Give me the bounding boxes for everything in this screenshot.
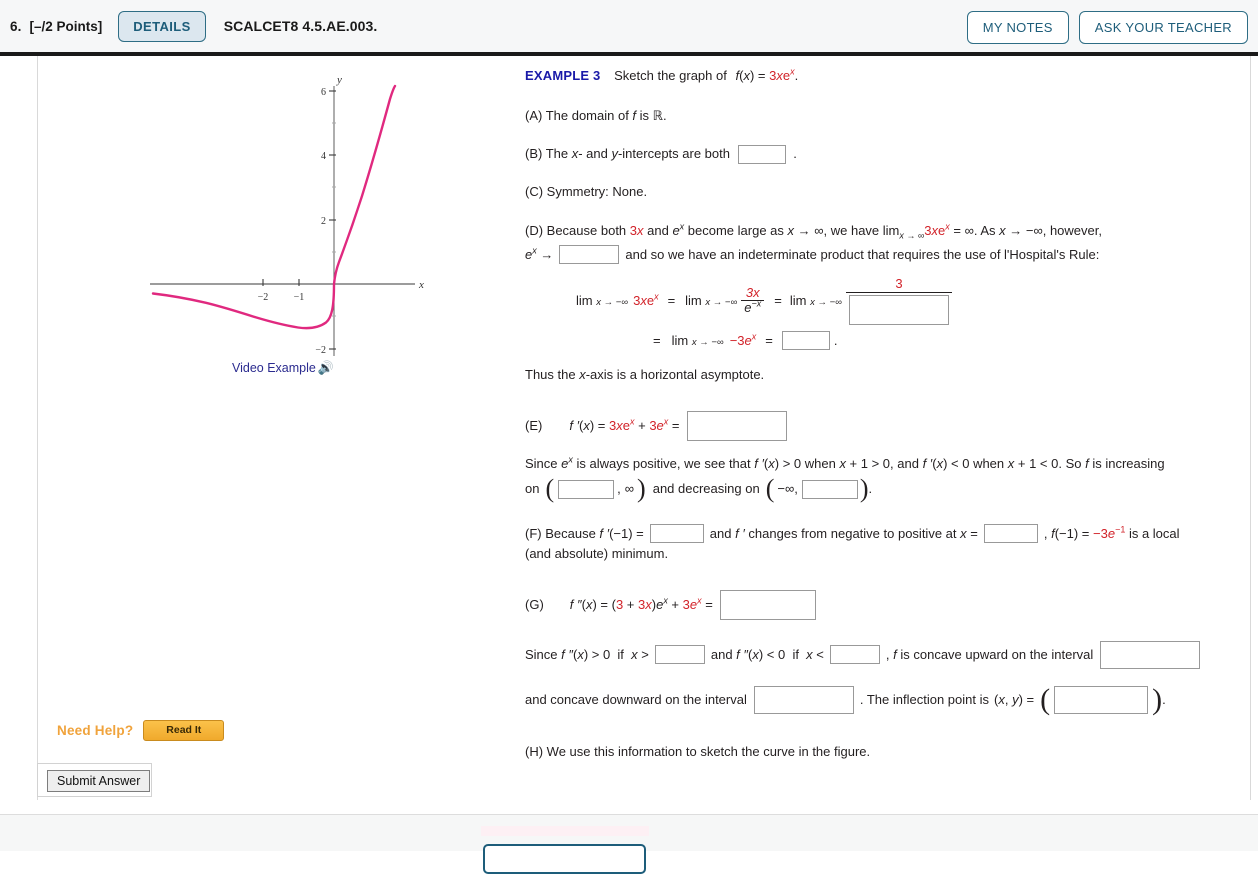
speaker-icon[interactable]: 🔊 — [318, 360, 334, 376]
video-example-link[interactable]: Video Example 🔊 — [232, 360, 334, 376]
inflection-text: . The inflection point is — [859, 692, 989, 708]
example-heading-line: EXAMPLE 3 Sketch the graph of f(x) = 3xe… — [525, 66, 1245, 86]
fraction-3-over-input: 3 — [845, 276, 952, 325]
example-prompt: Sketch the graph of — [614, 68, 727, 83]
fprime-neg1-input[interactable] — [649, 524, 704, 544]
part-c-line: (C) Symmetry: None. — [525, 182, 1245, 202]
part-d-line2-text: and so we have an indeterminate product … — [625, 247, 1100, 263]
my-notes-button[interactable]: MY NOTES — [966, 11, 1069, 44]
x-tick-label-neg2: −2 — [258, 292, 269, 303]
limit-chain-row1: lim x → −∞ 3xex = lim x → −∞ 3x e−x = li… — [575, 276, 1245, 325]
limit-ex-input[interactable] — [559, 245, 620, 265]
expr-neg3ex: −3ex — [729, 331, 757, 348]
critical-point-input[interactable] — [983, 524, 1038, 544]
infinity-symbol-1: ∞ — [624, 481, 635, 497]
question-header-bar: 6. [–/2 Points] DETAILS SCALCET8 4.5.AE.… — [0, 0, 1258, 56]
limit-operator-1: lim x → −∞ — [576, 292, 629, 308]
y-tick-label-6: 6 — [321, 87, 326, 98]
footer-partial-button[interactable] — [483, 844, 646, 874]
part-g-explanation-line1: Since f ″(x) > 0 if x > and f ″(x) < 0 i… — [525, 640, 1245, 669]
concave-down-threshold-input[interactable] — [829, 645, 880, 665]
period-3: . — [1162, 692, 1166, 708]
part-b-prefix: (B) The x- and y-intercepts are both — [525, 146, 730, 161]
question-points: [–/2 Points] — [29, 18, 103, 34]
part-f-line2: (and absolute) minimum. — [525, 544, 1245, 564]
part-e-label: (E) — [525, 418, 543, 434]
neg-infinity-symbol: −∞, — [777, 481, 798, 497]
function-curve — [151, 84, 397, 330]
limit-chain-row2: = lim x → −∞ −3ex = . — [653, 331, 1245, 351]
details-button[interactable]: DETAILS — [118, 10, 206, 42]
part-a-line: (A) The domain of f is ℝ. — [525, 106, 1245, 126]
limit-result-input[interactable] — [781, 331, 830, 351]
part-f-line1: (F) Because f ′(−1) = and f ′ changes fr… — [525, 524, 1245, 544]
submit-answer-button[interactable]: Submit Answer — [47, 770, 151, 793]
part-b-line: (B) The x- and y-intercepts are both . — [525, 144, 1245, 165]
example-label: EXAMPLE 3 — [525, 68, 601, 83]
equals-sign-2: = — [774, 292, 782, 308]
example-content: EXAMPLE 3 Sketch the graph of f(x) = 3xe… — [525, 66, 1245, 761]
part-g-label: (G) — [525, 597, 544, 613]
expr-3xex: 3xex — [633, 291, 659, 308]
part-b-suffix: . — [793, 146, 797, 161]
part-f-line2-text: (and absolute) minimum. — [525, 546, 669, 562]
part-c-text: (C) Symmetry: None. — [525, 184, 648, 200]
read-it-button[interactable]: Read It — [143, 720, 225, 741]
part-h-line: (H) We use this information to sketch th… — [525, 742, 1245, 762]
period-1: . — [833, 332, 838, 348]
concave-up-threshold-input[interactable] — [654, 645, 705, 665]
part-g-line: (G) f ″(x) = (3 + 3x)ex + 3ex = — [525, 589, 1245, 620]
fprime-input[interactable] — [686, 410, 787, 441]
y-tick-label-neg2: −2 — [315, 345, 326, 356]
part-g-explanation-line2: and concave downward on the interval . T… — [525, 682, 1166, 716]
on-label: on — [525, 481, 540, 497]
limit-operator-4: lim x → −∞ — [671, 332, 724, 348]
part-d-line1: (D) Because both 3x and ex become large … — [525, 221, 1102, 241]
part-a-text: (A) The domain of f is ℝ. — [525, 107, 667, 123]
intercept-input[interactable] — [737, 145, 786, 165]
ask-your-teacher-button[interactable]: ASK YOUR TEACHER — [1078, 11, 1248, 44]
part-g-expression: f ″(x) = (3 + 3x)ex + 3ex = — [569, 595, 713, 613]
concave-down-text: and concave downward on the interval — [525, 692, 747, 708]
question-number: 6. — [10, 18, 22, 34]
increasing-interval-left-input[interactable] — [558, 479, 615, 499]
decreasing-interval-right-input[interactable] — [801, 479, 858, 499]
equals-sign-1: = — [667, 292, 676, 308]
y-tick-label-2: 2 — [321, 216, 326, 227]
video-example-label: Video Example — [232, 361, 316, 375]
and-decreasing-label: and decreasing on — [652, 481, 760, 497]
part-d-line2: ex → and so we have an indeterminate pro… — [525, 245, 1245, 265]
need-help-label: Need Help? — [57, 722, 134, 738]
asymptote-line: Thus the x-axis is a horizontal asymptot… — [525, 367, 765, 383]
inflection-xy-label: (x, y) = — [994, 692, 1035, 708]
function-graph-figure: 6 4 2 −2 −2 −1 x y — [140, 66, 440, 386]
assignment-identifier: SCALCET8 4.5.AE.003. — [223, 18, 378, 34]
header-actions: MY NOTES ASK YOUR TEACHER — [966, 11, 1248, 44]
fraction-3x-over-enegx: 3x e−x — [741, 285, 765, 316]
part-h-text: (H) We use this information to sketch th… — [525, 743, 871, 759]
part-e-explanation-line1: Since ex is always positive, we see that… — [525, 454, 1165, 471]
limit-operator-3: lim x → −∞ — [789, 292, 842, 308]
comma-1: , — [617, 481, 621, 497]
x-axis-label: x — [418, 279, 424, 291]
part-e-explanation-line2: on ( , ∞ ) and decreasing on ( −∞, ) . — [525, 474, 873, 504]
limit-operator-2: lim x → −∞ — [685, 292, 738, 308]
concave-down-interval-input[interactable] — [753, 685, 854, 714]
equals-sign-3: = — [653, 332, 661, 348]
y-tick-label-4: 4 — [321, 151, 326, 162]
limit-fraction-denominator-input[interactable] — [848, 294, 949, 325]
graph-svg: 6 4 2 −2 −2 −1 x y — [150, 74, 424, 356]
part-e-line: (E) f ′(x) = 3xex + 3ex = — [525, 410, 1245, 441]
example-function: f(x) = 3xex. — [735, 66, 799, 83]
fdoubleprime-input[interactable] — [719, 589, 816, 620]
x-tick-label-neg1: −1 — [294, 292, 305, 303]
inflection-point-input[interactable] — [1054, 685, 1149, 714]
footer-highlight — [481, 826, 649, 836]
y-axis-label: y — [336, 74, 342, 86]
concave-up-interval-input[interactable] — [1100, 640, 1201, 669]
period-2: . — [868, 481, 873, 497]
equals-sign-4: = — [765, 332, 773, 348]
part-e-expression: f ′(x) = 3xex + 3ex = — [569, 416, 680, 434]
need-help-row: Need Help? Read It — [57, 720, 225, 741]
